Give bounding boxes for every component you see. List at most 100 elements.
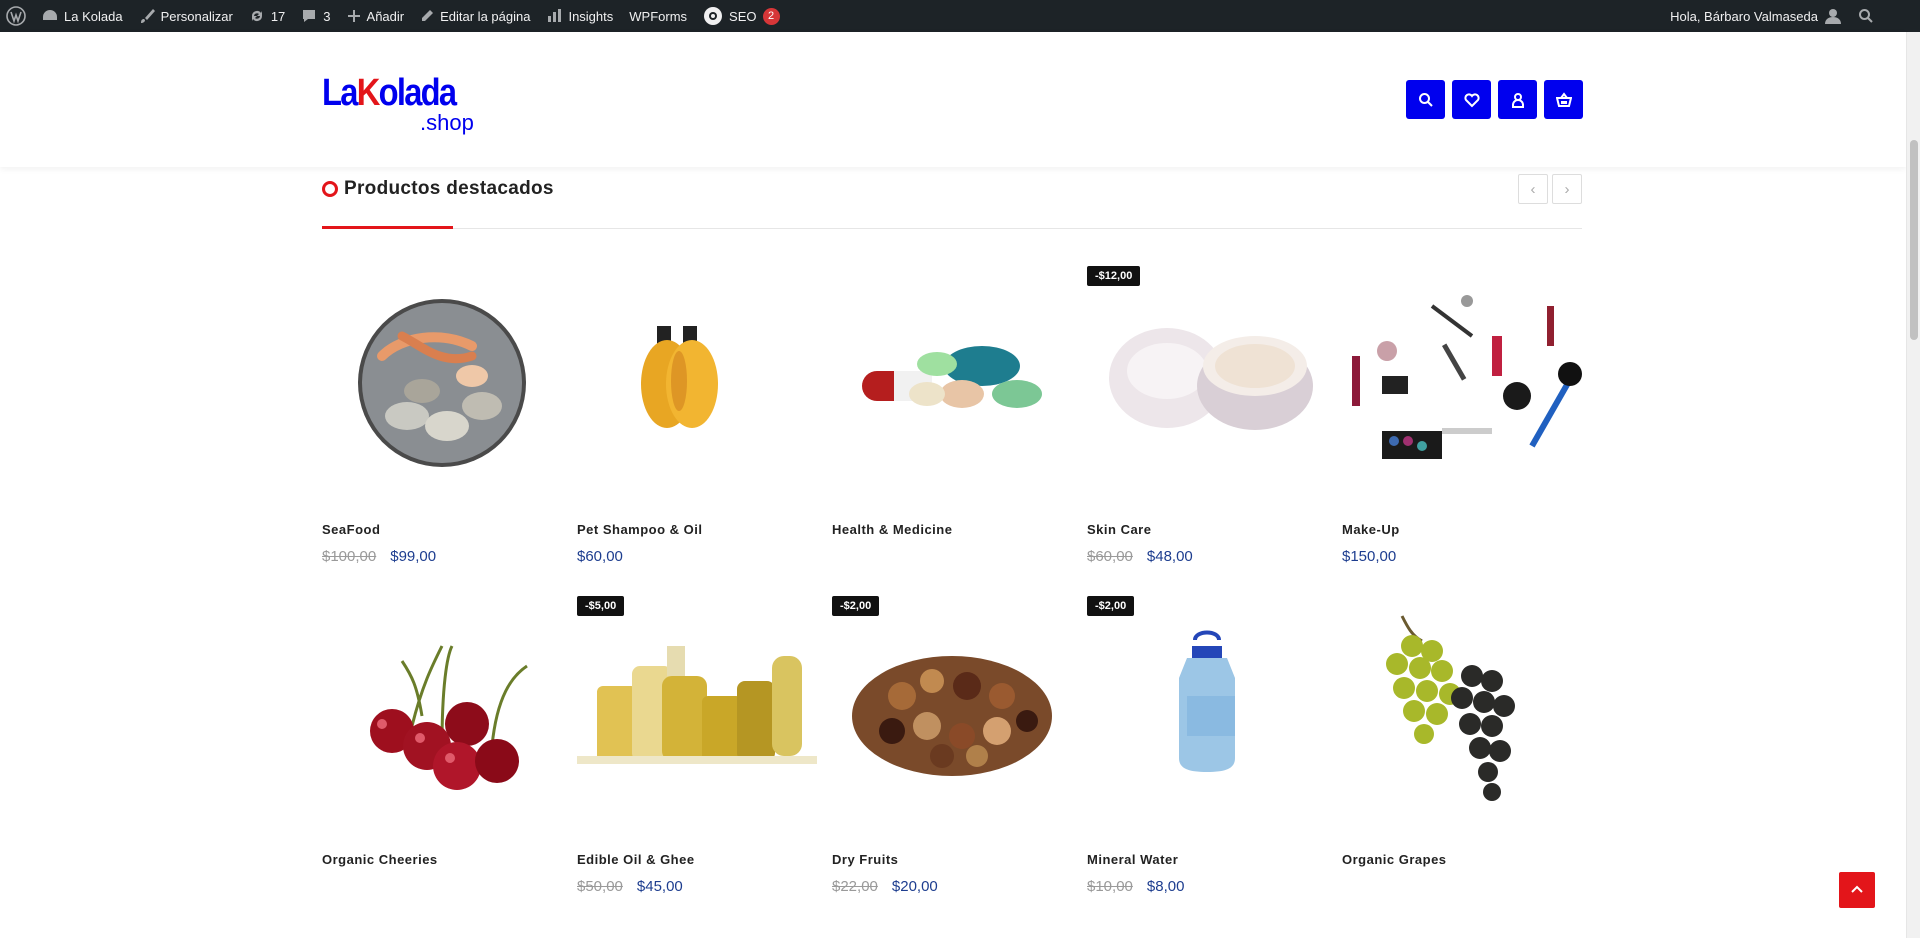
seafood-image[interactable] xyxy=(322,266,562,506)
customize-link[interactable]: Personalizar xyxy=(131,0,241,32)
product-name[interactable]: Health & Medicine xyxy=(832,522,952,537)
sale-badge: -$12,00 xyxy=(1087,266,1141,286)
site-header: LaKolada .shop xyxy=(0,32,1906,167)
product-price: $50,00 $45,00 xyxy=(577,878,683,895)
product-price: $10,00 $8,00 xyxy=(1087,878,1184,895)
product-old-price: $60,00 xyxy=(1087,548,1133,565)
site-name-label: La Kolada xyxy=(64,8,123,24)
product-name[interactable]: Organic Cheeries xyxy=(322,852,438,867)
product-price: $60,00 xyxy=(577,548,623,565)
product-current-price: $150,00 xyxy=(1342,548,1397,565)
product-old-price: $50,00 xyxy=(577,878,623,895)
seo-notification-badge: 2 xyxy=(762,7,780,25)
section-heading: Productos destacados xyxy=(322,178,554,200)
oil-bottles-image[interactable] xyxy=(577,596,817,836)
site-logo[interactable]: LaKolada .shop xyxy=(322,68,482,136)
seo-menu[interactable]: SEO 2 xyxy=(695,0,787,32)
insights-link[interactable]: Insights xyxy=(538,0,621,32)
sale-badge: -$5,00 xyxy=(577,596,625,616)
logo-text-la: La xyxy=(322,72,358,114)
product-current-price: $60,00 xyxy=(577,548,623,565)
wpforms-label: WPForms xyxy=(629,8,688,24)
product-price: $100,00 $99,00 xyxy=(322,548,436,565)
product-price: $150,00 xyxy=(1342,548,1396,565)
user-avatar-icon xyxy=(1825,9,1841,24)
shampoo-bottles-image[interactable] xyxy=(577,266,817,506)
page-scrollbar[interactable] xyxy=(1906,32,1920,938)
product-price: $22,00 $20,00 xyxy=(832,878,938,895)
greeting-label: Hola, Bárbaro Valmaseda xyxy=(1670,8,1818,24)
product-current-price: $45,00 xyxy=(636,878,683,895)
pills-image[interactable] xyxy=(832,266,1072,506)
chevron-up-icon xyxy=(1851,885,1863,893)
water-bottle-image[interactable] xyxy=(1087,596,1327,836)
comments-link[interactable]: 3 xyxy=(293,0,338,32)
logo-text-k: K xyxy=(356,72,381,114)
edit-page-link[interactable]: Editar la página xyxy=(412,0,538,32)
insights-label: Insights xyxy=(568,8,614,24)
carousel-prev-button[interactable]: ‹ xyxy=(1518,174,1548,204)
wordpress-logo-icon[interactable] xyxy=(0,0,34,32)
section-divider-accent xyxy=(322,226,453,229)
site-name-menu[interactable]: La Kolada xyxy=(34,0,131,32)
heart-icon xyxy=(1463,92,1480,107)
skin-care-jar-image[interactable] xyxy=(1087,266,1327,506)
product-old-price: $10,00 xyxy=(1087,878,1133,895)
header-search-button[interactable] xyxy=(1406,80,1445,119)
scrollbar-thumb[interactable] xyxy=(1910,140,1918,340)
circle-icon xyxy=(322,181,338,197)
search-icon xyxy=(1859,9,1873,23)
updates-link[interactable]: 17 xyxy=(241,0,293,32)
wpforms-link[interactable]: WPForms xyxy=(621,0,695,32)
new-label: Añadir xyxy=(366,8,405,24)
new-content-menu[interactable]: Añadir xyxy=(339,0,413,32)
product-old-price: $22,00 xyxy=(832,878,878,895)
scroll-to-top-button[interactable] xyxy=(1839,872,1875,908)
pencil-icon xyxy=(422,10,434,21)
admin-search-button[interactable] xyxy=(1850,0,1882,32)
product-name[interactable]: Dry Fruits xyxy=(832,852,898,867)
bar-chart-icon xyxy=(548,9,562,22)
product-name[interactable]: Pet Shampoo & Oil xyxy=(577,522,703,537)
chevron-right-icon: › xyxy=(1564,180,1570,198)
logo-text-olada: olada xyxy=(378,72,457,114)
product-name[interactable]: Organic Grapes xyxy=(1342,852,1447,867)
section-divider xyxy=(322,228,1582,229)
updates-count: 17 xyxy=(270,8,286,24)
search-icon xyxy=(1418,92,1433,107)
cart-button[interactable] xyxy=(1544,80,1583,119)
section-title: Productos destacados xyxy=(344,178,554,199)
account-button[interactable] xyxy=(1498,80,1537,119)
plus-icon xyxy=(347,10,360,22)
logo-subtext: .shop xyxy=(420,110,474,135)
product-name[interactable]: SeaFood xyxy=(322,522,380,537)
comments-count: 3 xyxy=(323,8,331,24)
my-account-menu[interactable]: Hola, Bárbaro Valmaseda xyxy=(1662,0,1850,32)
cherries-image[interactable] xyxy=(322,596,562,836)
comment-icon xyxy=(303,10,316,22)
updates-icon xyxy=(251,10,262,21)
seo-gear-icon xyxy=(704,7,723,25)
user-icon xyxy=(1511,92,1524,108)
product-old-price: $100,00 xyxy=(322,548,377,565)
dry-fruits-image[interactable] xyxy=(832,596,1072,836)
basket-icon xyxy=(1555,91,1572,107)
product-name[interactable]: Mineral Water xyxy=(1087,852,1178,867)
sale-badge: -$2,00 xyxy=(832,596,880,616)
wishlist-button[interactable] xyxy=(1452,80,1491,119)
product-name[interactable]: Make-Up xyxy=(1342,522,1400,537)
dashboard-icon xyxy=(43,10,57,20)
product-name[interactable]: Edible Oil & Ghee xyxy=(577,852,695,867)
brush-icon xyxy=(140,9,155,23)
product-current-price: $8,00 xyxy=(1146,878,1185,895)
sale-badge: -$2,00 xyxy=(1087,596,1135,616)
customize-label: Personalizar xyxy=(160,8,233,24)
chevron-left-icon: ‹ xyxy=(1530,180,1536,198)
product-price: $60,00 $48,00 xyxy=(1087,548,1193,565)
product-current-price: $99,00 xyxy=(390,548,437,565)
edit-page-label: Editar la página xyxy=(440,8,531,24)
grapes-image[interactable] xyxy=(1342,596,1582,836)
make-up-image[interactable] xyxy=(1342,266,1582,506)
product-name[interactable]: Skin Care xyxy=(1087,522,1151,537)
carousel-next-button[interactable]: › xyxy=(1552,174,1582,204)
